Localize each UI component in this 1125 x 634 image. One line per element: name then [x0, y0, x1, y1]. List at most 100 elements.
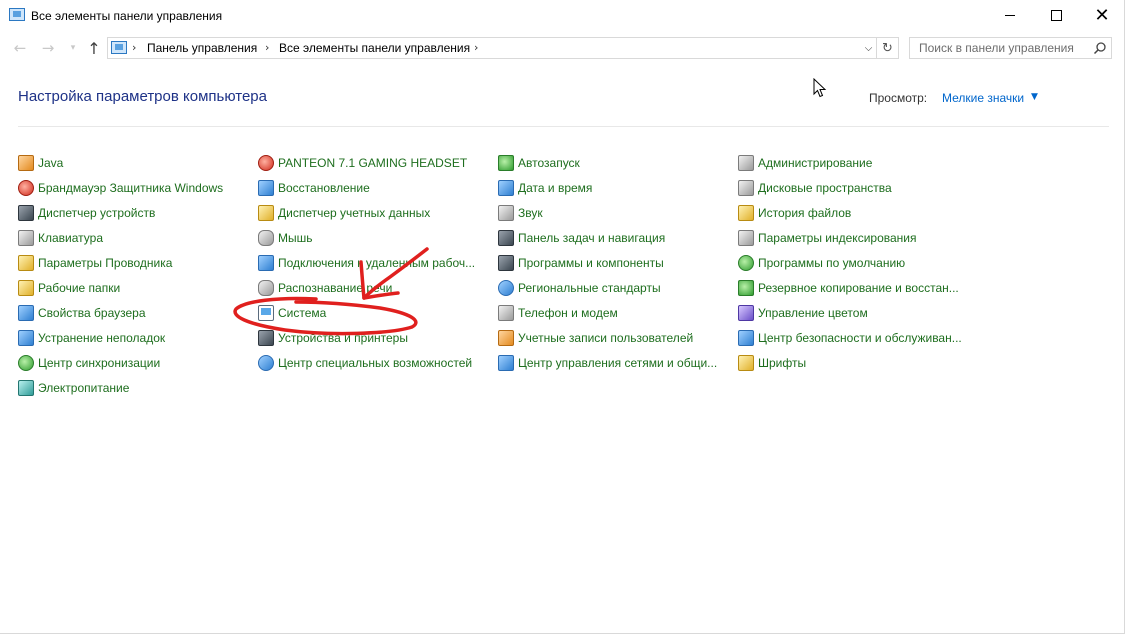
cp-item-internet-options[interactable]: Свойства браузера — [18, 303, 146, 323]
region-icon — [498, 280, 514, 296]
cp-item-credential-manager[interactable]: Диспетчер учетных данных — [258, 203, 430, 223]
cp-item-recovery[interactable]: Восстановление — [258, 178, 370, 198]
cp-item-device-manager[interactable]: Диспетчер устройств — [18, 203, 155, 223]
cp-item-indexing[interactable]: Параметры индексирования — [738, 228, 916, 248]
control-panel-icon — [9, 8, 25, 21]
cp-item-mouse[interactable]: Мышь — [258, 228, 313, 248]
cp-item-troubleshooting[interactable]: Устранение неполадок — [18, 328, 165, 348]
minimize-icon — [1005, 15, 1015, 16]
address-bar[interactable]: › Панель управления › Все элементы панел… — [107, 37, 877, 59]
breadcrumb-all-items[interactable]: Все элементы панели управления — [279, 41, 470, 55]
storage-spaces-icon — [738, 180, 754, 196]
minimize-button[interactable] — [987, 0, 1033, 31]
cp-item-file-history[interactable]: История файлов — [738, 203, 851, 223]
breadcrumb-control-panel[interactable]: Панель управления — [147, 41, 257, 55]
cp-item-remoteapp[interactable]: Подключения к удаленным рабоч... — [258, 253, 475, 273]
mouse-cursor-icon — [813, 78, 827, 98]
cp-item-headset[interactable]: PANTEON 7.1 GAMING HEADSET — [258, 153, 467, 173]
printer-icon — [258, 330, 274, 346]
cp-item-speech-recognition[interactable]: Распознавание речи — [258, 278, 392, 298]
cp-item-backup[interactable]: Резервное копирование и восстан... — [738, 278, 959, 298]
mouse-icon — [258, 230, 274, 246]
programs-icon — [498, 255, 514, 271]
cp-item-color-management[interactable]: Управление цветом — [738, 303, 868, 323]
cp-item-admin-tools[interactable]: Администрирование — [738, 153, 872, 173]
cp-item-system[interactable]: Система — [258, 303, 326, 323]
back-button[interactable]: ← — [11, 38, 29, 58]
cp-item-storage-spaces[interactable]: Дисковые пространства — [738, 178, 892, 198]
close-button[interactable]: ✕ — [1079, 0, 1125, 31]
chevron-down-icon: ▾ — [70, 43, 76, 53]
cp-item-region[interactable]: Региональные стандарты — [498, 278, 661, 298]
cp-item-user-accounts[interactable]: Учетные записи пользователей — [498, 328, 693, 348]
file-history-icon — [738, 205, 754, 221]
default-programs-icon — [738, 255, 754, 271]
arrow-left-icon: ← — [13, 39, 27, 57]
item-label: Администрирование — [758, 156, 873, 170]
cp-item-work-folders[interactable]: Рабочие папки — [18, 278, 120, 298]
cp-item-phone-modem[interactable]: Телефон и модем — [498, 303, 618, 323]
cp-item-java[interactable]: Java — [18, 153, 63, 173]
item-label: Электропитание — [38, 381, 130, 395]
forward-button[interactable]: → — [39, 38, 57, 58]
item-label: Центр управления сетями и общи... — [518, 356, 718, 370]
cp-item-firewall[interactable]: Брандмауэр Защитника Windows — [18, 178, 223, 198]
refresh-button[interactable]: ↻ — [877, 37, 899, 59]
item-label: Диспетчер учетных данных — [278, 206, 431, 220]
headset-icon — [258, 155, 274, 171]
item-label: Программы и компоненты — [518, 256, 664, 270]
cp-item-autoplay[interactable]: Автозапуск — [498, 153, 580, 173]
search-input[interactable] — [910, 38, 1099, 58]
admin-tools-icon — [738, 155, 754, 171]
view-mode-dropdown[interactable]: Мелкие значки — [942, 91, 1024, 105]
cp-item-taskbar[interactable]: Панель задач и навигация — [498, 228, 665, 248]
cp-item-devices-printers[interactable]: Устройства и принтеры — [258, 328, 408, 348]
recovery-icon — [258, 180, 274, 196]
cp-item-default-programs[interactable]: Программы по умолчанию — [738, 253, 905, 273]
item-label: Шрифты — [758, 356, 807, 370]
caret-down-icon[interactable]: ▼ — [1031, 92, 1038, 102]
item-label: Рабочие папки — [38, 281, 121, 295]
firewall-icon — [18, 180, 34, 196]
search-icon[interactable] — [1093, 41, 1107, 55]
system-icon — [258, 305, 274, 321]
cp-item-power-options[interactable]: Электропитание — [18, 378, 129, 398]
device-manager-icon — [18, 205, 34, 221]
cp-item-folder-options[interactable]: Параметры Проводника — [18, 253, 172, 273]
cp-item-date-time[interactable]: Дата и время — [498, 178, 592, 198]
item-label: Центр синхронизации — [38, 356, 161, 370]
sync-center-icon — [18, 355, 34, 371]
cp-item-ease-of-access[interactable]: Центр специальных возможностей — [258, 353, 472, 373]
chevron-right-icon[interactable]: › — [474, 41, 478, 54]
indexing-icon — [738, 230, 754, 246]
up-button[interactable]: ↑ — [85, 38, 103, 58]
title-bar: Все элементы панели управления ✕ — [0, 0, 1125, 31]
remoteapp-icon — [258, 255, 274, 271]
page-title: Настройка параметров компьютера — [18, 88, 267, 105]
item-label: Свойства браузера — [38, 306, 146, 320]
chevron-right-icon[interactable]: › — [132, 41, 136, 54]
cp-item-sync-center[interactable]: Центр синхронизации — [18, 353, 160, 373]
cp-item-sound[interactable]: Звук — [498, 203, 543, 223]
power-options-icon — [18, 380, 34, 396]
cp-item-security-center[interactable]: Центр безопасности и обслуживан... — [738, 328, 962, 348]
maximize-button[interactable] — [1033, 0, 1079, 31]
backup-icon — [738, 280, 754, 296]
search-box[interactable] — [909, 37, 1112, 59]
item-label: Автозапуск — [518, 156, 580, 170]
address-dropdown-button[interactable]: ⌵ — [860, 37, 877, 59]
credential-manager-icon — [258, 205, 274, 221]
cp-item-network-center[interactable]: Центр управления сетями и общи... — [498, 353, 717, 373]
chevron-down-icon: ⌵ — [864, 42, 873, 54]
chevron-right-icon[interactable]: › — [265, 41, 269, 54]
item-label: Телефон и модем — [518, 306, 618, 320]
cp-item-fonts[interactable]: Шрифты — [738, 353, 806, 373]
security-center-icon — [738, 330, 754, 346]
item-label: Мышь — [278, 231, 313, 245]
recent-locations-button[interactable]: ▾ — [64, 38, 82, 58]
cp-item-keyboard[interactable]: Клавиатура — [18, 228, 103, 248]
item-label: Звук — [518, 206, 543, 220]
item-label: Устройства и принтеры — [278, 331, 408, 345]
item-label: Панель задач и навигация — [518, 231, 666, 245]
cp-item-programs[interactable]: Программы и компоненты — [498, 253, 664, 273]
